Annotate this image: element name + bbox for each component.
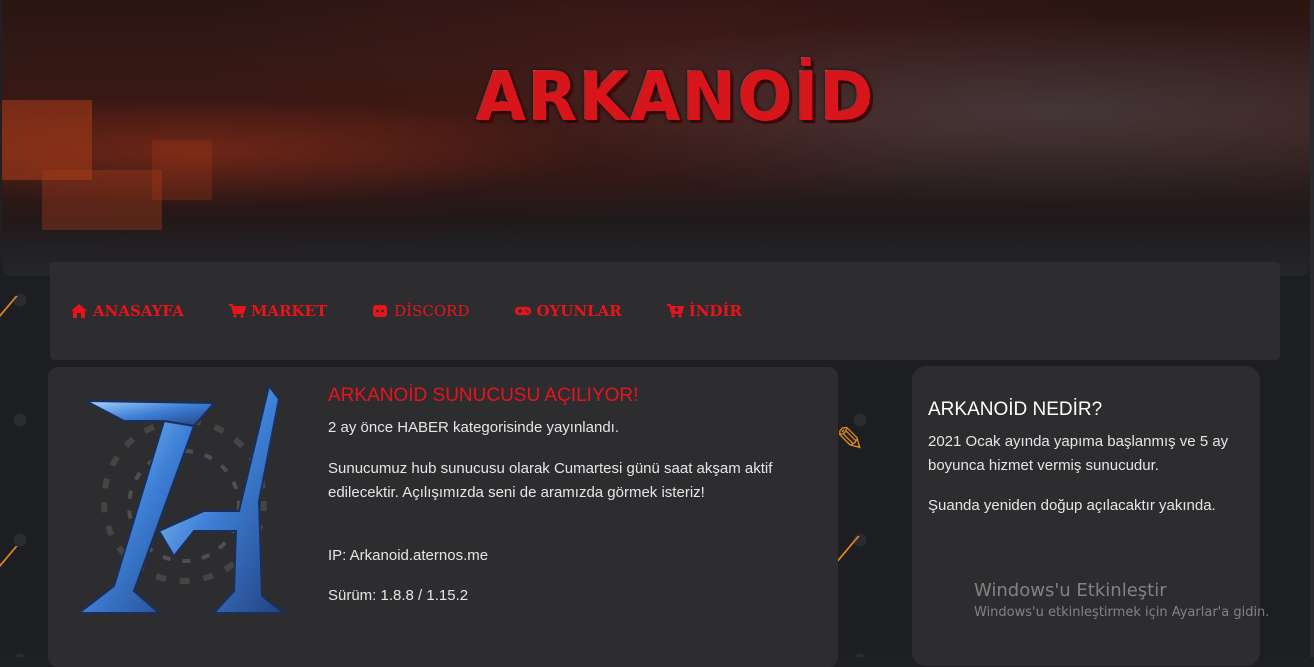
cart-download-icon (666, 303, 684, 319)
nav-item-anasayfa[interactable]: ANASAYFA (70, 302, 184, 320)
post-body: Sunucumuz hub sunucusu olarak Cumartesi … (328, 460, 773, 501)
lava-block (42, 170, 162, 230)
nav-label: ANASAYFA (93, 302, 184, 320)
nav-item-indir[interactable]: İNDİR (666, 302, 742, 320)
site-logo[interactable]: ARKANOİD (470, 59, 882, 137)
arkanoid-emblem-image (64, 381, 294, 621)
cart-icon (228, 303, 246, 319)
header-banner: ARKANOİD (2, 0, 1310, 276)
about-card: ARKANOİD NEDİR? 2021 Ocak ayında yapıma … (912, 366, 1260, 666)
lava-block (152, 140, 212, 200)
gamepad-icon (514, 303, 532, 319)
nav-label: OYUNLAR (536, 302, 622, 320)
nav-label: İNDİR (688, 302, 742, 320)
pickaxe-decoration-icon: ⟋ (0, 290, 18, 330)
watermark-title: Windows'u Etkinleştir (974, 580, 1167, 601)
lava-block (2, 100, 92, 180)
discord-icon (371, 303, 389, 319)
nav-label: DİSCORD (394, 302, 470, 320)
about-paragraph: Şuanda yeniden doğup açılacaktır yakında… (928, 497, 1216, 514)
pickaxe-decoration-icon: ✎ (836, 420, 865, 460)
pickaxe-decoration-icon: ⟋ (0, 540, 18, 580)
about-title: ARKANOİD NEDİR? (928, 399, 1103, 420)
home-icon (70, 303, 88, 319)
news-post-card: ARKANOİD SUNUCUSU AÇILIYOR! 2 ay önce HA… (48, 367, 838, 667)
scrollbar-track[interactable] (1310, 0, 1314, 657)
nav-item-oyunlar[interactable]: OYUNLAR (514, 302, 622, 320)
post-title[interactable]: ARKANOİD SUNUCUSU AÇILIYOR! (328, 385, 638, 407)
watermark-subtitle: Windows'u etkinleştirmek için Ayarlar'a … (974, 605, 1270, 620)
windows-activation-watermark: Windows'u Etkinleştir Windows'u etkinleş… (974, 580, 1269, 620)
nav-label: MARKET (250, 302, 328, 320)
main-navigation: ANASAYFA MARKET DİSCORD OYUNLAR İNDİR (50, 262, 1280, 360)
server-ip: IP: Arkanoid.aternos.me (328, 547, 489, 564)
sword-decoration-icon: ⟋ (836, 530, 860, 570)
post-meta: 2 ay önce HABER kategorisinde yayınlandı… (328, 419, 619, 436)
server-version: Sürüm: 1.8.8 / 1.15.2 (328, 587, 469, 604)
nav-item-market[interactable]: MARKET (228, 302, 327, 320)
about-paragraph: 2021 Ocak ayında yapıma başlanmış ve 5 a… (928, 433, 1229, 474)
nav-item-discord[interactable]: DİSCORD (371, 302, 470, 320)
